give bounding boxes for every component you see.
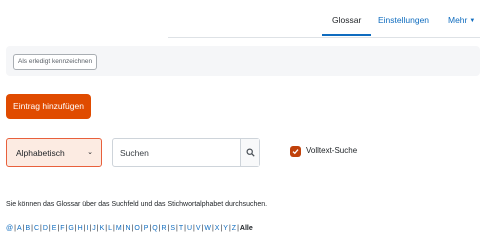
- alphabet-letter-link[interactable]: N: [126, 225, 131, 232]
- search-input[interactable]: [113, 139, 241, 166]
- activity-completion-bar: Als erledigt kennzeichnen: [6, 46, 480, 76]
- alphabet-all-current: Alle: [239, 225, 253, 232]
- alphabet-letter-link[interactable]: H: [78, 225, 83, 232]
- search-button[interactable]: [240, 139, 259, 166]
- alphabet-index: @|A|B|C|D|E|F|G|H|I|J|K|L|M|N|O|P|Q|R|S|…: [6, 225, 253, 232]
- nav-divider: [168, 37, 480, 38]
- mark-as-done-button[interactable]: Als erledigt kennzeichnen: [13, 54, 98, 70]
- add-entry-button[interactable]: Eintrag hinzufügen: [6, 94, 91, 119]
- search-help-text: Sie können das Glossar über das Suchfeld…: [6, 201, 268, 208]
- alphabet-letter-link[interactable]: Q: [152, 225, 157, 232]
- checkmark-icon: [292, 149, 299, 155]
- alphabet-letter-link[interactable]: R: [161, 225, 166, 232]
- chevron-down-icon: ⌄: [87, 149, 93, 156]
- browse-mode-select[interactable]: Alphabetisch ⌄: [6, 138, 102, 167]
- fulltext-label: Volltext-Suche: [306, 146, 358, 155]
- alphabet-letter-link[interactable]: F: [60, 225, 64, 232]
- active-tab-indicator: [322, 34, 371, 36]
- nav-tab-mehr-label: Mehr: [448, 15, 468, 25]
- nav-tab-mehr[interactable]: Mehr ▼: [448, 15, 475, 25]
- secondary-navigation: Glossar Einstellungen Mehr ▼: [0, 0, 480, 38]
- alphabet-letter-link[interactable]: G: [68, 225, 73, 232]
- search-group: [112, 138, 260, 167]
- alphabet-letter-link[interactable]: M: [116, 225, 122, 232]
- alphabet-letter-link[interactable]: W: [204, 225, 211, 232]
- fulltext-checkbox[interactable]: [290, 146, 301, 157]
- nav-tab-einstellungen[interactable]: Einstellungen: [378, 15, 429, 25]
- search-icon: [246, 148, 255, 157]
- alphabet-letter-link[interactable]: A: [17, 225, 22, 232]
- alphabet-letter-link[interactable]: V: [196, 225, 201, 232]
- nav-tab-glossar[interactable]: Glossar: [332, 15, 361, 25]
- browse-mode-value: Alphabetisch: [16, 148, 65, 158]
- chevron-down-icon: ▼: [469, 18, 476, 24]
